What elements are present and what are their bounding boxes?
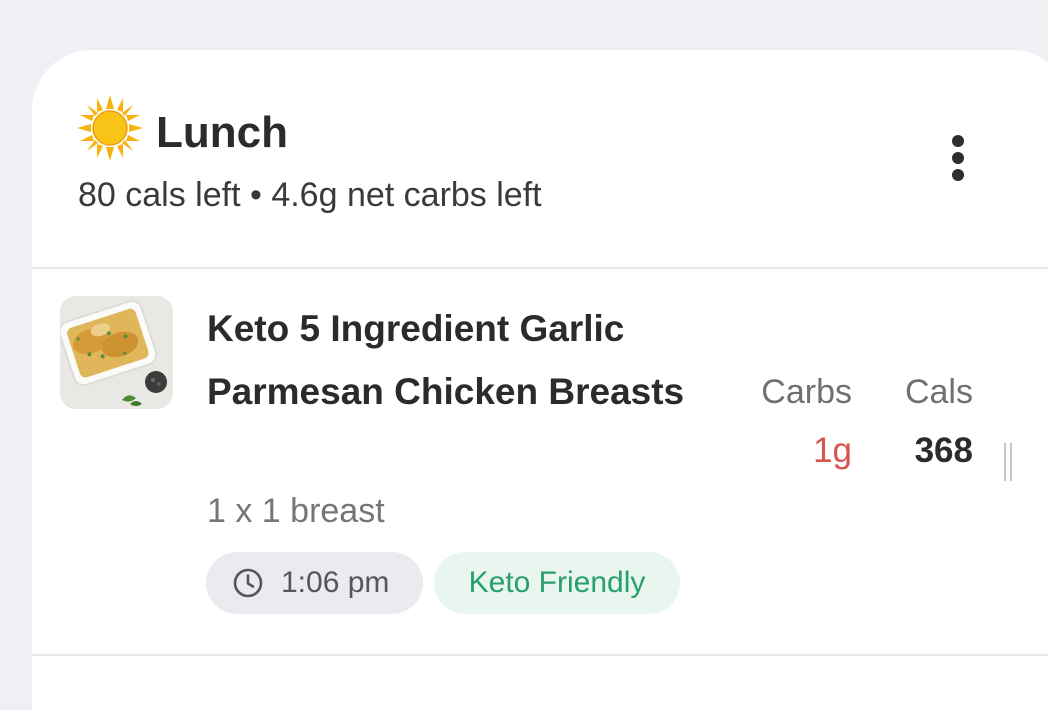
time-label: 1:06 pm	[281, 566, 390, 599]
time-badge[interactable]: 1:06 pm	[206, 552, 423, 614]
cals-value: 368	[914, 431, 973, 470]
food-name: Keto 5 Ingredient Garlic Parmesan Chicke…	[207, 308, 685, 412]
meal-title: Lunch	[156, 108, 288, 157]
meal-summary: 80 cals left • 4.6g net carbs left	[78, 176, 542, 214]
more-options-button[interactable]	[936, 130, 980, 186]
sun-icon	[77, 95, 143, 161]
keto-friendly-tag: Keto Friendly	[434, 552, 680, 614]
cals-column-label: Cals	[904, 373, 973, 411]
carbs-value: 1g	[813, 431, 852, 470]
serving-size: 1 x 1 breast	[207, 492, 385, 530]
food-entry-row[interactable]: Keto 5 Ingredient Garlic Parmesan Chicke…	[32, 269, 1048, 654]
meal-card: Lunch 80 cals left • 4.6g net carbs left	[32, 50, 1048, 710]
food-thumbnail	[60, 296, 173, 409]
row-divider	[32, 654, 1048, 656]
clock-icon	[233, 568, 263, 598]
carbs-column-label: Carbs	[761, 373, 852, 411]
drag-handle[interactable]	[1002, 443, 1014, 481]
meal-header: Lunch 80 cals left • 4.6g net carbs left	[32, 50, 1048, 267]
